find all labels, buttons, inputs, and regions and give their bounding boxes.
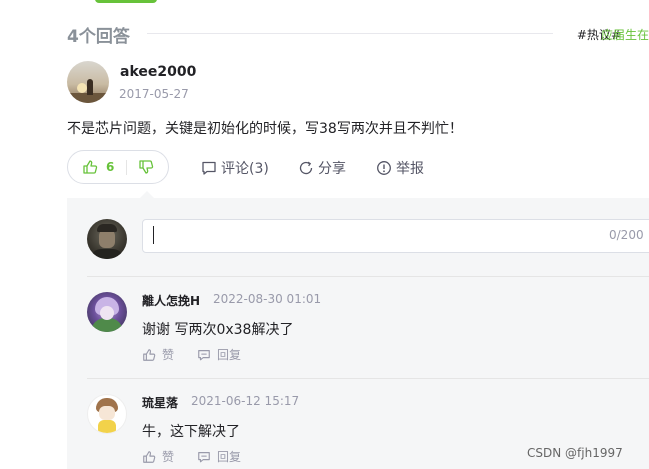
comment-input[interactable] [142, 219, 649, 253]
comment-icon [202, 161, 216, 175]
answers-header: 4个回答 #热议# 应届生在 [67, 18, 649, 48]
vote-separator [126, 160, 127, 175]
comment-avatar[interactable] [87, 394, 127, 434]
answer-body: 不是芯片问题，关键是初始化的时候，写38写两次并且不判忙！ [67, 121, 463, 137]
like-label: 赞 [162, 348, 175, 362]
comment-divider [87, 276, 649, 277]
answers-count-title: 4个回答 [67, 27, 130, 47]
thumbs-up-icon[interactable] [82, 159, 98, 175]
topic-link[interactable]: 应届生在 [601, 26, 649, 43]
comment-time: 2021-06-12 15:17 [191, 394, 300, 408]
answer-author-avatar[interactable] [67, 61, 109, 103]
reply-label: 回复 [217, 348, 242, 362]
warning-icon [377, 161, 391, 175]
like-count: 6 [106, 160, 115, 174]
comment-time: 2022-08-30 01:01 [213, 292, 322, 306]
current-user-avatar [87, 219, 127, 259]
comment-label: 评论(3) [221, 161, 269, 177]
comment-like-button[interactable]: 赞 [142, 448, 174, 465]
comment-avatar[interactable] [87, 292, 127, 332]
comment-like-button[interactable]: 赞 [142, 346, 174, 363]
active-tab-indicator [95, 0, 157, 3]
reply-icon [198, 349, 210, 360]
report-label: 举报 [396, 161, 424, 177]
panel-pointer [140, 191, 154, 198]
comment-button[interactable]: 评论(3) [201, 158, 269, 178]
thumbs-down-icon[interactable] [138, 159, 154, 175]
reply-icon [198, 451, 210, 462]
thumbs-up-icon [143, 348, 156, 361]
comment-reply-button[interactable]: 回复 [197, 346, 241, 363]
watermark: CSDN @fjh1997 [527, 446, 623, 460]
comment-reply-button[interactable]: 回复 [197, 448, 241, 465]
header-divider [147, 33, 553, 34]
vote-box: 6 [67, 150, 169, 184]
report-button[interactable]: 举报 [376, 158, 424, 178]
share-label: 分享 [318, 161, 346, 177]
char-count: 0/200 [609, 228, 644, 242]
comment-author[interactable]: 琉星落 [142, 394, 178, 411]
comment-author[interactable]: 離人怎挽H [142, 292, 200, 309]
comment-text: 谢谢 写两次0x38解决了 [142, 322, 294, 338]
share-button[interactable]: 分享 [298, 158, 346, 178]
text-caret [153, 226, 154, 244]
share-icon [299, 161, 313, 175]
comment-text: 牛，这下解决了 [142, 424, 240, 440]
answer-author-name[interactable]: akee2000 [120, 64, 196, 80]
like-label: 赞 [162, 450, 175, 464]
thumbs-up-icon [143, 450, 156, 463]
comment-divider [87, 378, 649, 379]
reply-label: 回复 [217, 450, 242, 464]
answer-date: 2017-05-27 [119, 87, 189, 101]
